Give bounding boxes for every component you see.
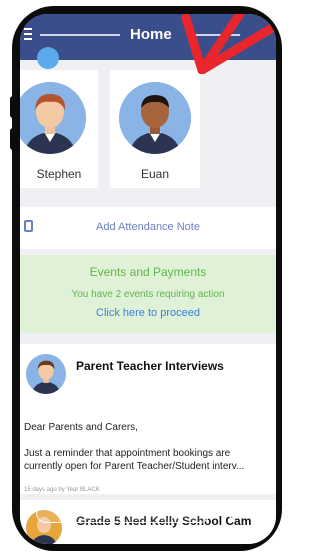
heart-icon [223, 504, 241, 521]
person-avatar-icon [26, 354, 66, 394]
phone-side-button-2 [10, 128, 20, 150]
post-body-line: currently open for Parent Teacher/Studen… [24, 461, 245, 472]
add-attendance-note-label: Add Attendance Note [96, 221, 200, 233]
red-arrow-annotation [181, 14, 276, 74]
avatar [119, 82, 191, 154]
news-post[interactable]: Parent Teacher Interviews Dear Parents a… [20, 344, 276, 494]
avatar [20, 82, 86, 154]
proceed-link[interactable]: Click here to proceed [20, 307, 276, 319]
events-subtitle: You have 2 events requiring action [71, 289, 225, 300]
events-payments-banner[interactable]: Events and Payments You have 2 events re… [20, 255, 276, 333]
child-name: Stephen [36, 167, 82, 181]
phone-side-button-1 [10, 96, 20, 118]
person-avatar-icon [20, 82, 86, 154]
post-title: Parent Teacher Interviews [76, 359, 224, 373]
post-greeting: Dear Parents and Carers, [24, 422, 138, 433]
add-attendance-note-row[interactable]: Add Attendance Note [20, 207, 276, 249]
touch-indicator-dot [37, 47, 59, 69]
app-screen: Home Stephen Euan Add Attendance Note Ev… [20, 14, 276, 544]
child-name: Euan [140, 167, 170, 181]
comment-input[interactable] [36, 503, 210, 523]
post-meta: 15 days ago by Year BLACK [24, 487, 100, 493]
person-avatar-icon [119, 82, 191, 154]
header-divider-left [40, 34, 120, 36]
child-card-stephen[interactable]: Stephen [20, 70, 98, 188]
reaction-icons [223, 504, 267, 522]
events-title: Events and Payments [89, 265, 207, 279]
page-title: Home [130, 26, 172, 43]
post-body-line: Just a reminder that appointment booking… [24, 448, 231, 459]
clipboard-icon [24, 220, 33, 232]
send-icon [247, 504, 267, 522]
child-card-euan[interactable]: Euan [110, 70, 200, 188]
avatar [26, 354, 66, 394]
menu-icon[interactable] [24, 28, 32, 42]
